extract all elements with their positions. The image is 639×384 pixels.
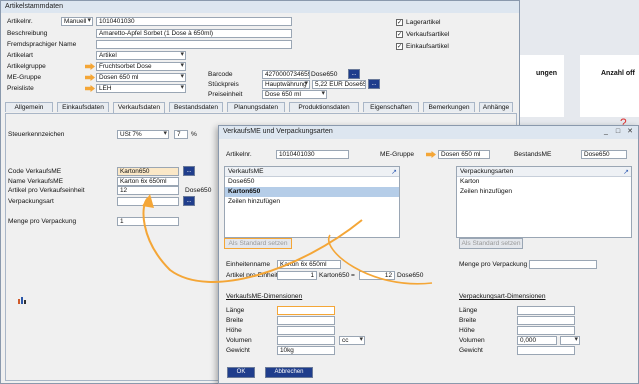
annotation-arrow [142, 194, 433, 285]
